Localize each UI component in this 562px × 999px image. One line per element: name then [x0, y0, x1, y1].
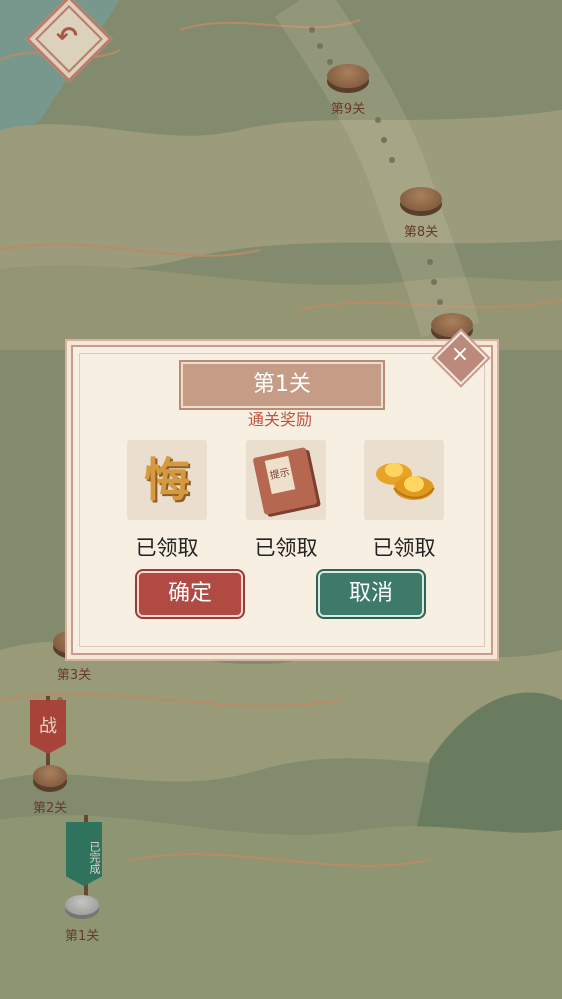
regret-card-icon: 悔	[127, 440, 207, 520]
gold-ingot-icon	[364, 440, 444, 520]
reward-item: 已领取	[364, 440, 444, 562]
reward-status: 已领取	[135, 536, 199, 560]
dialog-subtitle: 通关奖励	[247, 410, 312, 429]
confirm-button[interactable]: 确定	[137, 571, 243, 617]
reward-status: 已领取	[372, 536, 436, 560]
reward-item: 悔 已领取	[127, 440, 207, 562]
reward-status: 已领取	[254, 536, 318, 560]
gold-ingot-graphic	[376, 463, 435, 500]
cancel-button[interactable]: 取消	[318, 571, 424, 617]
regret-glyph: 悔	[144, 453, 190, 507]
dialog-title: 第1关	[181, 362, 383, 408]
close-icon[interactable]: ×	[447, 340, 473, 370]
hint-book-icon: 提示	[246, 440, 326, 520]
reward-item: 提示 已领取	[246, 440, 326, 562]
